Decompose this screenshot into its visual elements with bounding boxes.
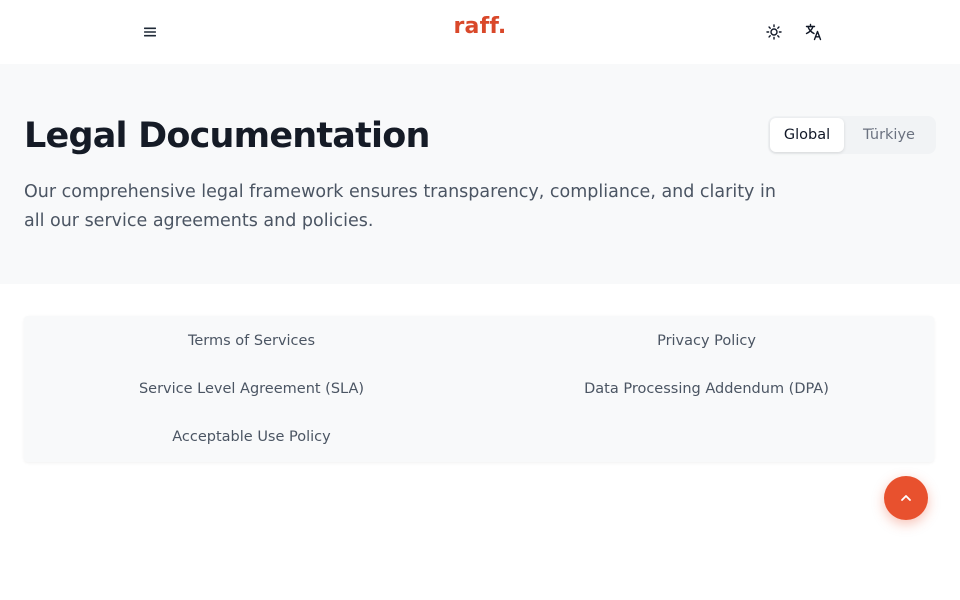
privacy-policy-link[interactable]: Privacy Policy — [479, 333, 934, 349]
region-toggle: Global Türkiye — [768, 116, 936, 154]
hero-section: Legal Documentation Our comprehensive le… — [0, 64, 960, 284]
dpa-link[interactable]: Data Processing Addendum (DPA) — [479, 381, 934, 397]
scroll-to-top-button[interactable] — [884, 476, 928, 520]
sla-link[interactable]: Service Level Agreement (SLA) — [24, 381, 479, 397]
chevron-up-icon — [901, 495, 911, 501]
translate-icon — [805, 23, 822, 41]
page-title: Legal Documentation — [24, 116, 430, 156]
region-option-global[interactable]: Global — [770, 118, 844, 152]
page-description: Our comprehensive legal framework ensure… — [24, 182, 776, 231]
terms-of-services-link[interactable]: Terms of Services — [24, 333, 479, 349]
site-header: raff. — [0, 0, 960, 64]
language-button[interactable] — [802, 20, 826, 44]
legal-documents-list: Terms of Services Privacy Policy Service… — [24, 316, 934, 462]
region-option-turkiye[interactable]: Türkiye — [844, 118, 934, 152]
sun-icon — [766, 24, 782, 40]
acceptable-use-policy-link[interactable]: Acceptable Use Policy — [24, 429, 479, 445]
hamburger-menu-icon — [144, 27, 156, 37]
theme-toggle-button[interactable] — [762, 20, 786, 44]
menu-button[interactable] — [138, 20, 162, 44]
